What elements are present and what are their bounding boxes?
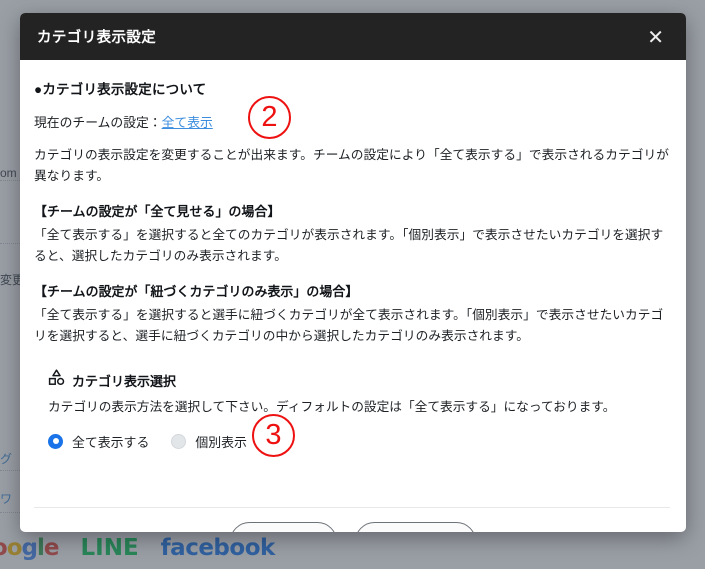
case-body-linked-only: 「全て表示する」を選択すると選手に紐づくカテゴリが全て表示されます。「個別表示」… <box>34 308 664 343</box>
dialog-header: カテゴリ表示設定 ✕ <box>20 13 686 60</box>
apply-settings-button[interactable]: ✓ 設定する <box>355 522 477 532</box>
radio-option-individual[interactable]: 個別表示 <box>171 432 247 451</box>
intro-paragraph: カテゴリの表示設定を変更することが出来ます。チームの設定により「全て表示する」で… <box>34 148 669 183</box>
radio-indicator-selected[interactable] <box>48 433 63 449</box>
current-team-setting-row: 現在のチームの設定：全て表示 <box>34 112 670 131</box>
dialog-body: ●カテゴリ表示設定について 現在のチームの設定：全て表示 カテゴリの表示設定を変… <box>20 60 686 532</box>
dialog-footer: ✕ 閉じる ✓ 設定する <box>20 522 686 532</box>
section-heading: ●カテゴリ表示設定について <box>34 82 207 97</box>
category-selection-description: カテゴリの表示方法を選択して下さい。ディフォルトの設定は「全て表示する」になって… <box>48 400 616 414</box>
close-icon[interactable]: ✕ <box>643 25 668 49</box>
current-team-setting-label: 現在のチームの設定： <box>34 115 162 130</box>
radio-indicator-unselected[interactable] <box>171 433 187 449</box>
category-display-settings-dialog: カテゴリ表示設定 ✕ ●カテゴリ表示設定について 現在のチームの設定：全て表示 … <box>20 13 686 532</box>
close-button[interactable]: ✕ 閉じる <box>229 522 338 532</box>
category-selection-heading: カテゴリ表示選択 <box>72 373 177 389</box>
case-heading-all-visible: 【チームの設定が「全て見せる」の場合】 <box>34 204 281 219</box>
dialog-title: カテゴリ表示設定 <box>37 30 157 46</box>
footer-divider <box>34 507 670 508</box>
radio-option-show-all[interactable]: 全て表示する <box>48 432 149 451</box>
radio-label-show-all: 全て表示する <box>72 434 150 450</box>
current-team-setting-link[interactable]: 全て表示 <box>162 115 213 130</box>
radio-label-individual: 個別表示 <box>195 434 247 450</box>
case-body-all-visible: 「全て表示する」を選択すると全てのカテゴリが表示されます。「個別表示」で表示させ… <box>34 228 664 263</box>
category-icon <box>48 369 65 391</box>
screen-root: om 変更 グ ワ Google LINE facebook カテゴリ表示設定 … <box>0 0 705 569</box>
category-selection-heading-row: カテゴリ表示選択 <box>48 369 670 391</box>
category-display-radio-group: 全て表示する 個別表示 <box>48 429 670 453</box>
case-heading-linked-only: 【チームの設定が「紐づくカテゴリのみ表示」の場合】 <box>34 284 359 299</box>
